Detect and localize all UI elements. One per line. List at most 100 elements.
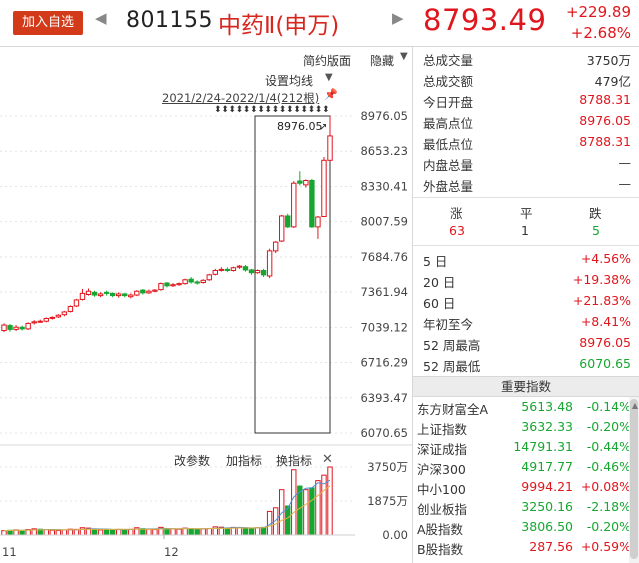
stat-label: 总成交量 bbox=[423, 53, 474, 68]
candle-body bbox=[248, 269, 255, 274]
scroll-up-icon[interactable]: ▲ bbox=[632, 401, 638, 410]
index-change: -0.46% bbox=[586, 459, 631, 474]
volume-bar bbox=[122, 529, 128, 536]
index-change: +0.08% bbox=[580, 479, 631, 494]
candle-body bbox=[158, 283, 164, 291]
candle-body bbox=[230, 267, 237, 272]
perf-value: +21.83% bbox=[572, 293, 631, 308]
stat-value: 8788.31 bbox=[579, 92, 631, 107]
candle-body bbox=[61, 311, 68, 316]
candle-body bbox=[285, 215, 291, 228]
important-indices-list: 东方财富全A 5613.48 -0.14% 上证指数 3632.33 -0.20% 深证成指… bbox=[413, 397, 639, 557]
candle-body bbox=[236, 265, 243, 268]
important-indices-header: 重要指数 bbox=[413, 376, 639, 397]
stat-row: 20 日 +19.38% bbox=[413, 269, 639, 290]
index-price: 5613.48 bbox=[521, 399, 573, 414]
close-indicator-icon[interactable]: ✕ bbox=[322, 452, 333, 467]
perf-label: 52 周最高 bbox=[423, 338, 481, 353]
switch-indicator-button[interactable]: 换指标 bbox=[276, 452, 312, 469]
stat-value: — bbox=[618, 176, 632, 191]
index-row[interactable]: 沪深300 4917.77 -0.46% bbox=[413, 457, 639, 477]
index-price: 9994.21 bbox=[521, 479, 573, 494]
perf-value: 8976.05 bbox=[579, 335, 631, 350]
edit-params-button[interactable]: 改参数 bbox=[174, 452, 210, 469]
add-indicator-button[interactable]: 加指标 bbox=[226, 452, 262, 469]
stat-label: 最高点位 bbox=[423, 116, 474, 131]
candle-body bbox=[49, 316, 55, 319]
volume-bar bbox=[170, 528, 176, 536]
index-row[interactable]: B股指数 287.56 +0.59% bbox=[413, 537, 639, 557]
time-axis-ticks: 11 12 bbox=[0, 534, 355, 559]
volume-bar bbox=[206, 527, 212, 536]
candle-body bbox=[297, 180, 303, 184]
stat-row: 今日开盘 8788.31 bbox=[413, 89, 639, 110]
stat-value: 479亿 bbox=[594, 74, 631, 89]
index-name: 上证指数 bbox=[417, 422, 468, 437]
stat-label: 今日开盘 bbox=[423, 95, 474, 110]
index-change: +0.59% bbox=[580, 539, 631, 554]
price-tick-label: 8976.05 bbox=[360, 109, 408, 123]
candle-body bbox=[55, 314, 62, 318]
candle-body bbox=[279, 215, 285, 242]
perf-label: 20 日 bbox=[423, 275, 456, 290]
candle-body bbox=[140, 289, 146, 294]
volume-bar bbox=[43, 529, 49, 536]
candle-body bbox=[188, 278, 194, 283]
index-row[interactable]: 创业板指 3250.16 -2.18% bbox=[413, 497, 639, 517]
price-tick-label: 6716.29 bbox=[360, 356, 408, 370]
index-name: 沪深300 bbox=[417, 462, 466, 477]
stock-code: 801155 bbox=[126, 8, 213, 33]
candle-body bbox=[170, 284, 176, 287]
performance-stats: 5 日 +4.56% 20 日 +19.38% 60 日 +21.83% 年初至今 +8.41… bbox=[413, 245, 639, 374]
scrollbar-thumb[interactable] bbox=[630, 399, 638, 559]
candle-body bbox=[224, 268, 231, 272]
volume-bar bbox=[19, 529, 25, 536]
stat-value: 8788.31 bbox=[579, 134, 631, 149]
range-marker-icon: ⬍ bbox=[322, 105, 330, 115]
candle-body bbox=[109, 292, 116, 297]
index-name: B股指数 bbox=[417, 542, 464, 557]
candle-body bbox=[309, 179, 315, 228]
stat-row: 52 周最低 6070.65 bbox=[413, 353, 639, 374]
volume-bar bbox=[242, 527, 249, 536]
max-price-marker: 8976.05 bbox=[277, 120, 323, 133]
change-percent: +2.68% bbox=[570, 24, 631, 42]
indices-scrollbar[interactable] bbox=[629, 397, 639, 563]
index-row[interactable]: 东方财富全A 5613.48 -0.14% bbox=[413, 397, 639, 417]
candle-body bbox=[19, 326, 25, 330]
stat-value: — bbox=[618, 155, 632, 170]
candle-body bbox=[85, 290, 92, 296]
candle-body bbox=[116, 293, 122, 297]
index-row[interactable]: 中小100 9994.21 +0.08% bbox=[413, 477, 639, 497]
kline-chart-panel[interactable]: 简约版面 隐藏 ▼ 设置均线 ▼ 2021/2/24-2022/1/4(212根… bbox=[0, 47, 413, 563]
volume-tick-label: 1875万 bbox=[367, 494, 408, 508]
index-row[interactable]: A股指数 3806.50 -0.20% bbox=[413, 517, 639, 537]
add-to-watchlist-button[interactable]: 加入自选 bbox=[13, 11, 83, 35]
volume-bar bbox=[1, 530, 7, 536]
stat-row: 年初至今 +8.41% bbox=[413, 311, 639, 332]
candle-body bbox=[212, 270, 218, 275]
candle-body bbox=[176, 283, 182, 286]
price-tick-label: 7684.76 bbox=[360, 250, 408, 264]
next-stock-arrow-icon[interactable]: ▶ bbox=[392, 9, 404, 27]
up-count-label: 涨 bbox=[450, 206, 463, 221]
perf-value: +8.41% bbox=[580, 314, 631, 329]
volume-bar bbox=[49, 529, 55, 536]
volume-bar bbox=[236, 527, 243, 536]
candle-body bbox=[315, 216, 321, 228]
index-price: 3632.33 bbox=[521, 419, 573, 434]
down-count: 5 bbox=[592, 223, 600, 238]
index-row[interactable]: 深证成指 14791.31 -0.44% bbox=[413, 437, 639, 457]
stat-label: 最低点位 bbox=[423, 137, 474, 152]
price-tick-label: 7039.12 bbox=[360, 320, 408, 334]
index-row[interactable]: 上证指数 3632.33 -0.20% bbox=[413, 417, 639, 437]
index-change: -0.14% bbox=[586, 399, 631, 414]
candle-body bbox=[254, 270, 261, 274]
index-name: 中小100 bbox=[417, 482, 466, 497]
candle-body bbox=[303, 179, 309, 186]
quote-stats: 总成交量 3750万 总成交额 479亿 今日开盘 8788.31 最高点位 8976.05 最… bbox=[413, 47, 639, 194]
prev-stock-arrow-icon[interactable]: ◀ bbox=[95, 9, 107, 27]
volume-bar bbox=[103, 529, 110, 536]
stat-value: 3750万 bbox=[586, 53, 631, 68]
candle-body bbox=[7, 325, 13, 330]
